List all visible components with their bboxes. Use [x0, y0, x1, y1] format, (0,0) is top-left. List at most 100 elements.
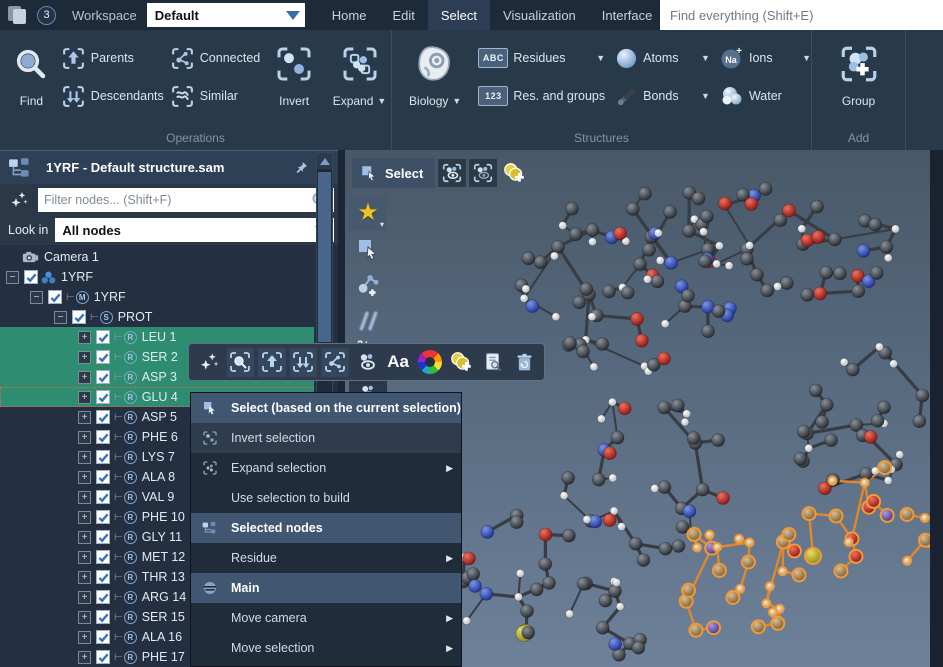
hide-selection-button[interactable]: [469, 159, 497, 187]
bonds-tool-button[interactable]: [349, 303, 387, 339]
expander-plus-icon[interactable]: +: [78, 551, 91, 564]
menu-select[interactable]: Select: [428, 0, 490, 30]
expander-plus-icon[interactable]: +: [78, 391, 91, 404]
visibility-checkbox[interactable]: [96, 510, 110, 524]
labels-button[interactable]: Aa: [384, 348, 412, 377]
select-tool-button[interactable]: Select: [352, 158, 435, 188]
menu-item-residue[interactable]: Residue▶: [191, 543, 461, 573]
filter-nodes-input[interactable]: [38, 193, 310, 207]
menu-edit[interactable]: Edit: [379, 0, 427, 30]
visibility-checkbox[interactable]: [24, 270, 38, 284]
documents-icon[interactable]: [8, 6, 28, 24]
expander-plus-icon[interactable]: +: [78, 511, 91, 524]
expander-plus-icon[interactable]: +: [78, 371, 91, 384]
visibility-checkbox[interactable]: [96, 370, 110, 384]
add-to-group-button[interactable]: [500, 159, 528, 187]
selection-filter-button[interactable]: [195, 348, 223, 377]
report-button[interactable]: [479, 348, 507, 377]
add-to-group-button[interactable]: [447, 348, 475, 377]
menu-item-selected-nodes[interactable]: Selected nodes: [191, 513, 461, 543]
parents-button[interactable]: Parents: [61, 44, 164, 72]
visibility-checkbox[interactable]: [96, 410, 110, 424]
biology-button[interactable]: Biology▼: [402, 40, 468, 108]
visibility-checkbox[interactable]: [48, 290, 62, 304]
expander-plus-icon[interactable]: +: [78, 471, 91, 484]
menu-home[interactable]: Home: [319, 0, 380, 30]
descendants-button[interactable]: Descendants: [61, 82, 164, 110]
visibility-checkbox[interactable]: [96, 570, 110, 584]
connected-button[interactable]: Connected: [170, 44, 260, 72]
colors-button[interactable]: [416, 348, 444, 377]
expander-plus-icon[interactable]: +: [78, 591, 91, 604]
visibility-checkbox[interactable]: [96, 610, 110, 624]
find-button[interactable]: [227, 348, 255, 377]
visibility-checkbox[interactable]: [72, 310, 86, 324]
bonds-button[interactable]: Bonds ▼: [615, 82, 710, 110]
tree-node-camera-1[interactable]: Camera 1: [0, 247, 314, 267]
menu-item-select-based-on-the-current-selection[interactable]: Select (based on the current selection): [191, 393, 461, 423]
expander-plus-icon[interactable]: +: [78, 351, 91, 364]
expand-button[interactable]: Expand▼: [328, 40, 391, 108]
group-button[interactable]: Group: [828, 40, 890, 108]
visibility-checkbox[interactable]: [96, 630, 110, 644]
res-and-groups-button[interactable]: 123 Res. and groups: [478, 82, 605, 110]
tree-node-1yrf[interactable]: −⊢M1YRF: [0, 287, 314, 307]
visibility-button[interactable]: [353, 348, 381, 377]
invert-button[interactable]: Invert: [266, 40, 322, 108]
visibility-checkbox[interactable]: [96, 330, 110, 344]
expander-minus-icon[interactable]: −: [54, 311, 67, 324]
expander-minus-icon[interactable]: −: [30, 291, 43, 304]
ions-button[interactable]: Na+ Ions ▼: [720, 44, 811, 72]
visibility-checkbox[interactable]: [96, 350, 110, 364]
visibility-checkbox[interactable]: [96, 530, 110, 544]
scrollbar-thumb[interactable]: [318, 172, 331, 342]
visibility-checkbox[interactable]: [96, 450, 110, 464]
menu-item-move-selection[interactable]: Move selection▶: [191, 633, 461, 663]
selection-tool-button[interactable]: [349, 231, 387, 267]
menu-item-invert-selection[interactable]: Invert selection: [191, 423, 461, 453]
find-button[interactable]: Find: [8, 40, 55, 108]
residues-button[interactable]: ABC Residues ▼: [478, 44, 605, 72]
look-in-dropdown[interactable]: All nodes: [55, 218, 334, 242]
expander-plus-icon[interactable]: +: [78, 491, 91, 504]
connected-button[interactable]: [321, 348, 349, 377]
similar-button[interactable]: Similar: [170, 82, 260, 110]
add-structure-button[interactable]: [349, 267, 387, 303]
descendants-button[interactable]: [290, 348, 318, 377]
menu-item-expand-selection[interactable]: Expand selection▶: [191, 453, 461, 483]
atoms-button[interactable]: Atoms ▼: [615, 44, 710, 72]
expander-plus-icon[interactable]: +: [78, 451, 91, 464]
selection-filter-icon[interactable]: [6, 188, 32, 212]
menu-interface[interactable]: Interface: [589, 0, 666, 30]
parents-button[interactable]: [258, 348, 286, 377]
visibility-checkbox[interactable]: [96, 390, 110, 404]
document-count-badge[interactable]: 3: [37, 6, 56, 25]
delete-button[interactable]: [510, 348, 538, 377]
tree-node-prot[interactable]: −⊢SPROT: [0, 307, 314, 327]
expander-plus-icon[interactable]: +: [78, 651, 91, 664]
global-search-input[interactable]: [660, 0, 943, 30]
expander-plus-icon[interactable]: +: [78, 431, 91, 444]
expander-plus-icon[interactable]: +: [78, 411, 91, 424]
expander-plus-icon[interactable]: +: [78, 611, 91, 624]
pin-icon[interactable]: [290, 157, 312, 179]
expander-plus-icon[interactable]: +: [78, 571, 91, 584]
expander-plus-icon[interactable]: +: [78, 631, 91, 644]
visibility-checkbox[interactable]: [96, 550, 110, 564]
presets-star-button[interactable]: ★ ▾: [349, 195, 387, 231]
visibility-checkbox[interactable]: [96, 490, 110, 504]
visibility-checkbox[interactable]: [96, 470, 110, 484]
visibility-checkbox[interactable]: [96, 650, 110, 664]
water-button[interactable]: Water: [720, 82, 811, 110]
scroll-up-button[interactable]: [317, 153, 332, 169]
menu-item-use-selection-to-build[interactable]: Use selection to build: [191, 483, 461, 513]
expander-minus-icon[interactable]: −: [6, 271, 19, 284]
workspace-dropdown[interactable]: Default: [147, 3, 305, 27]
visibility-checkbox[interactable]: [96, 430, 110, 444]
menu-visualization[interactable]: Visualization: [490, 0, 589, 30]
expander-plus-icon[interactable]: +: [78, 331, 91, 344]
visibility-checkbox[interactable]: [96, 590, 110, 604]
menu-item-move-camera[interactable]: Move camera▶: [191, 603, 461, 633]
expander-plus-icon[interactable]: +: [78, 531, 91, 544]
tree-node-1yrf[interactable]: −1YRF: [0, 267, 314, 287]
